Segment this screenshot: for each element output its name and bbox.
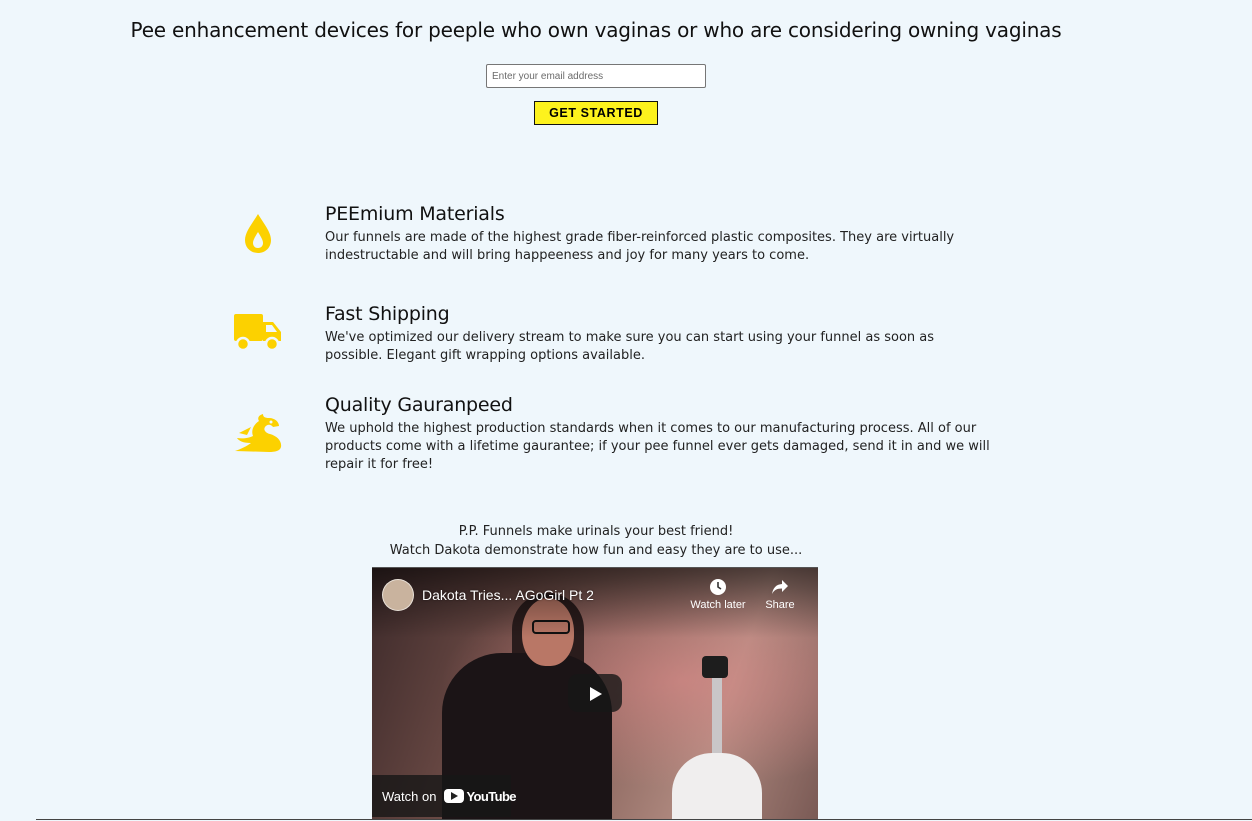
video-top-overlay: [372, 568, 818, 638]
video-caption: P.P. Funnels make urinals your best frie…: [0, 522, 1192, 560]
feature-description: Our funnels are made of the highest grad…: [325, 230, 955, 263]
share-arrow-icon: [772, 580, 788, 594]
video-caption-line: P.P. Funnels make urinals your best frie…: [458, 524, 734, 539]
email-input[interactable]: [486, 64, 706, 88]
page-headline: Pee enhancement devices for peeple who o…: [130, 18, 1062, 42]
clock-icon: [710, 579, 726, 595]
water-drop-icon: [242, 212, 274, 258]
watch-later-button[interactable]: Watch later: [686, 578, 750, 611]
youtube-play-icon: [444, 789, 465, 803]
dragon-icon: [233, 413, 283, 457]
watch-on-youtube-link[interactable]: Watch on YouTube: [372, 775, 517, 817]
channel-avatar[interactable]: [382, 579, 414, 611]
feature-title: Quality Gauranpeed: [325, 394, 513, 416]
watch-later-label: Watch later: [690, 599, 746, 611]
share-label: Share: [765, 599, 795, 611]
play-button[interactable]: [568, 674, 622, 712]
youtube-video-embed[interactable]: Dakota Tries... AGoGirl Pt 2 Watch later…: [372, 567, 818, 819]
page-divider: [36, 819, 1252, 820]
video-thumbnail-urinal: [672, 753, 762, 819]
youtube-logo: YouTube: [444, 788, 517, 804]
truck-icon: [233, 313, 283, 357]
feature-title: PEEmium Materials: [325, 203, 505, 225]
feature-description: We've optimized our delivery stream to m…: [325, 330, 935, 363]
feature-title: Fast Shipping: [325, 303, 450, 325]
watch-on-label: Watch on: [382, 788, 437, 804]
get-started-button[interactable]: GET STARTED: [534, 101, 658, 125]
feature-description: We uphold the highest production standar…: [325, 421, 990, 472]
share-button[interactable]: Share: [758, 578, 802, 611]
video-caption-line: Watch Dakota demonstrate how fun and eas…: [389, 543, 803, 558]
play-icon: [590, 687, 602, 701]
video-thumbnail-urinal: [702, 656, 728, 678]
landing-page: Pee enhancement devices for peeple who o…: [0, 0, 1252, 821]
youtube-wordmark: YouTube: [466, 788, 516, 804]
video-title[interactable]: Dakota Tries... AGoGirl Pt 2: [422, 587, 594, 603]
